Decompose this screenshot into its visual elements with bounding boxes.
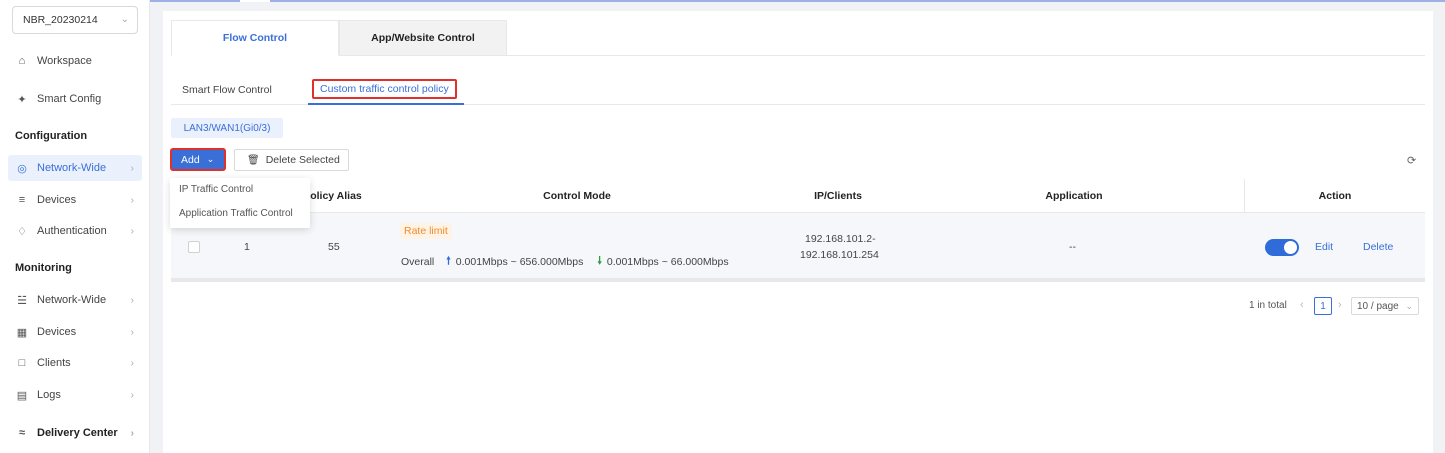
row-index: 1 [244,241,250,253]
home-icon: ⌂ [18,55,26,67]
delete-link[interactable]: Delete [1363,241,1393,253]
add-button[interactable]: Add ⌄ [170,148,226,171]
chevron-right-icon: › [130,162,134,174]
sidebar-item-label: Delivery Center [37,427,118,439]
tab-custom-traffic-control-policy[interactable]: Custom traffic control policy [312,79,457,99]
sidebar-item-label: Devices [37,326,77,338]
delivery-icon: ≈ [18,427,26,439]
chevron-right-icon: › [130,194,134,206]
header-control-mode: Control Mode [543,190,611,202]
sidebar-item-clients[interactable]: □ Clients › [8,350,142,376]
delete-selected-label: Delete Selected [265,154,340,166]
clients-icon: □ [18,357,26,369]
refresh-icon[interactable]: ⟳ [1407,154,1416,167]
topology-icon: ☱ [17,294,27,307]
overall-rates: Overall 🠕 0.001Mbps ~ 656.000Mbps 🠗 0.00… [401,253,729,271]
chevron-left-icon[interactable]: ‹ [1300,299,1304,311]
tab-app-website-control[interactable]: App/Website Control [339,20,507,56]
main-panel: Flow Control App/Website Control Smart F… [163,11,1433,453]
chevron-right-icon: › [130,225,134,237]
menu-item-application-traffic-control[interactable]: Application Traffic Control [179,208,293,219]
sidebar: NBR_20230214 ⌄ ⌂ Workspace ✦ Smart Confi… [0,0,150,453]
wand-icon: ✦ [17,93,27,106]
rate-limit-badge: Rate limit [400,223,452,239]
chevron-right-icon: › [130,326,134,338]
arrow-up-icon: 🠕 [446,255,451,267]
sidebar-item-logs[interactable]: ▤ Logs › [8,382,142,408]
sidebar-item-config-devices[interactable]: ≡ Devices › [8,187,142,213]
ip-range-start: 192.168.101.2- [805,233,876,245]
row-alias: 55 [328,241,340,253]
page-size-select[interactable]: 10 / page ⌄ [1351,297,1419,315]
logs-icon: ▤ [16,389,28,402]
add-button-label: Add [181,153,200,166]
primary-tabs: Flow Control App/Website Control [171,20,1425,56]
table-header: olicy Alias Control Mode IP/Clients Appl… [171,179,1425,213]
arrow-down-icon: 🠗 [597,255,602,267]
sidebar-item-delivery-center[interactable]: ≈ Delivery Center › [8,420,142,446]
toggle-knob [1284,241,1297,254]
sidebar-item-label: Smart Config [37,93,102,105]
edit-link[interactable]: Edit [1315,241,1333,253]
ip-range-end: 192.168.101.254 [800,249,879,261]
tab-smart-flow-control[interactable]: Smart Flow Control [182,77,272,103]
device-name: NBR_20230214 [23,14,98,26]
menu-item-ip-traffic-control[interactable]: IP Traffic Control [179,184,253,195]
interface-tag[interactable]: LAN3/WAN1(Gi0/3) [171,118,283,138]
table-row: 1 55 Rate limit Overall 🠕 0.001Mbps ~ 65… [171,213,1425,279]
sidebar-item-label: Workspace [37,55,92,67]
globe-icon: ◎ [17,162,27,175]
secondary-tabs: Smart Flow Control Custom traffic contro… [171,77,1425,105]
device-icon: ▦ [16,326,28,339]
active-tab-indicator [308,103,464,105]
overall-label: Overall [401,256,435,268]
pagination-page[interactable]: 1 [1314,297,1332,315]
sidebar-item-config-network-wide[interactable]: ◎ Network-Wide › [8,155,142,181]
table-scrollbar[interactable] [171,279,1425,282]
sidebar-item-label: Devices [37,194,77,206]
sidebar-item-label: Logs [37,389,61,401]
header-application: Application [1045,190,1103,202]
sidebar-item-monitor-network-wide[interactable]: ☱ Network-Wide › [8,287,142,313]
upload-rate: 0.001Mbps ~ 656.000Mbps [455,256,584,268]
sidebar-item-smart-config[interactable]: ✦ Smart Config [8,86,142,112]
group-configuration: Configuration [15,130,88,142]
chevron-down-icon: ⌄ [206,154,215,164]
chevron-down-icon: ⌄ [1405,300,1413,311]
row-checkbox[interactable] [188,241,200,253]
sidebar-item-label: Network-Wide [37,294,107,306]
sidebar-item-authentication[interactable]: ♢ Authentication › [8,218,142,244]
sidebar-item-label: Authentication [37,225,107,237]
page-size-value: 10 / page [1357,300,1399,312]
header-action: Action [1244,179,1425,213]
sidebar-item-label: Clients [37,357,71,369]
device-selector[interactable]: NBR_20230214 ⌄ [12,6,138,34]
chevron-right-icon: › [130,357,134,369]
header-ip-clients: IP/Clients [814,190,862,202]
chevron-right-icon: › [130,427,134,439]
chevron-right-icon: › [130,389,134,401]
chevron-down-icon: ⌄ [120,14,129,25]
pagination-total: 1 in total [1249,300,1287,311]
tab-flow-control[interactable]: Flow Control [171,20,339,56]
delete-selected-button[interactable]: 🗑 Delete Selected [234,149,349,171]
trash-icon: 🗑 [247,154,260,166]
row-application: -- [1069,241,1076,253]
download-rate: 0.001Mbps ~ 66.000Mbps [606,256,729,268]
policy-enable-toggle[interactable] [1265,239,1299,256]
add-dropdown-menu: IP Traffic Control Application Traffic C… [170,178,310,228]
sidebar-item-label: Network-Wide [37,162,107,174]
top-accent-line [150,0,1445,2]
chevron-right-icon[interactable]: › [1338,299,1342,311]
shield-icon: ♢ [17,225,27,238]
group-monitoring: Monitoring [15,262,72,274]
sidebar-item-workspace[interactable]: ⌂ Workspace [8,48,142,74]
sliders-icon: ≡ [18,194,26,206]
chevron-right-icon: › [130,294,134,306]
sidebar-item-monitor-devices[interactable]: ▦ Devices › [8,319,142,345]
